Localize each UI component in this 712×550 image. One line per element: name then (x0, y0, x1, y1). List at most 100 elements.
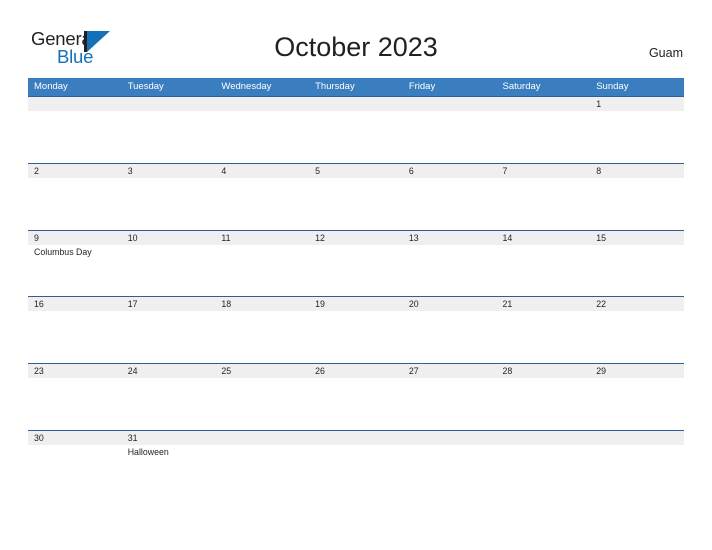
day-event (596, 245, 684, 246)
day-cell[interactable] (403, 97, 497, 164)
day-number: 26 (315, 366, 325, 377)
day-number: 16 (34, 299, 44, 310)
day-number: 29 (596, 366, 607, 377)
day-event (128, 178, 216, 179)
day-of-week-header-row: Monday Tuesday Wednesday Thursday Friday… (28, 78, 684, 96)
day-cell[interactable]: 1 (590, 97, 684, 164)
day-event (34, 378, 122, 379)
day-event (128, 111, 216, 112)
day-cell[interactable]: 22 (590, 297, 684, 364)
day-event (409, 111, 497, 112)
day-cell[interactable]: 17 (122, 297, 216, 364)
day-number (503, 431, 591, 445)
day-event (596, 445, 684, 446)
dow-saturday: Saturday (502, 81, 541, 92)
day-number: 19 (315, 299, 325, 310)
day-cell[interactable]: 13 (403, 231, 497, 298)
day-event (503, 245, 591, 246)
day-number: 30 (34, 432, 44, 443)
day-cell[interactable]: 25 (215, 364, 309, 431)
day-number: 10 (127, 232, 138, 243)
day-cell[interactable]: 6 (403, 164, 497, 231)
day-cell[interactable]: 29 (590, 364, 684, 431)
day-number: 22 (596, 299, 607, 310)
day-cell[interactable]: 20 (403, 297, 497, 364)
day-event (503, 378, 591, 379)
day-cell[interactable]: 4 (215, 164, 309, 231)
dow-wednesday: Wednesday (221, 81, 272, 92)
day-number: 12 (315, 232, 325, 243)
day-event (315, 311, 403, 312)
day-cell[interactable]: 23 (28, 364, 122, 431)
day-event (34, 111, 122, 112)
day-cell[interactable]: 30 (28, 431, 122, 498)
day-cell[interactable]: 15 (590, 231, 684, 298)
day-event (221, 311, 309, 312)
day-cell[interactable]: 28 (497, 364, 591, 431)
day-cell[interactable]: 27 (403, 364, 497, 431)
day-cell[interactable]: 3 (122, 164, 216, 231)
day-cell[interactable]: 19 (309, 297, 403, 364)
day-cell[interactable] (309, 431, 403, 498)
day-number: 6 (408, 165, 414, 176)
day-event (315, 445, 403, 446)
day-number (128, 97, 216, 111)
day-number: 7 (502, 165, 508, 176)
day-number: 21 (502, 299, 513, 310)
day-number: 13 (408, 232, 419, 243)
day-cell[interactable]: 26 (309, 364, 403, 431)
day-cell[interactable]: 2 (28, 164, 122, 231)
day-event (34, 445, 122, 446)
day-cell[interactable] (497, 431, 591, 498)
day-number: 1 (596, 99, 602, 109)
day-event (221, 245, 309, 246)
day-cell[interactable] (215, 97, 309, 164)
day-number: 23 (34, 366, 44, 377)
day-event (128, 245, 216, 246)
day-cell[interactable]: 18 (215, 297, 309, 364)
day-cell[interactable] (28, 97, 122, 164)
day-number: 15 (596, 232, 607, 243)
day-number (503, 97, 591, 111)
day-event (34, 178, 122, 179)
dow-thursday: Thursday (315, 81, 355, 92)
day-cell[interactable] (215, 431, 309, 498)
day-cell[interactable]: 9 Columbus Day (28, 231, 122, 298)
day-cell[interactable] (497, 97, 591, 164)
page-title: October 2023 (274, 32, 438, 62)
day-cell[interactable] (403, 431, 497, 498)
day-number (409, 97, 497, 111)
day-cell[interactable] (590, 431, 684, 498)
day-cell[interactable]: 7 (497, 164, 591, 231)
day-number: 18 (221, 299, 232, 310)
day-cell[interactable]: 10 (122, 231, 216, 298)
page-header: General Blue October 2023 Guam (0, 0, 712, 78)
day-cell[interactable]: 16 (28, 297, 122, 364)
day-cell[interactable]: 14 (497, 231, 591, 298)
day-event (315, 245, 403, 246)
day-event (596, 378, 684, 379)
day-cell[interactable]: 12 (309, 231, 403, 298)
day-cell[interactable]: 21 (497, 297, 591, 364)
day-event (34, 311, 122, 312)
day-event (315, 178, 403, 179)
day-cell[interactable]: 31 Halloween (122, 431, 216, 498)
day-cell[interactable]: 5 (309, 164, 403, 231)
day-cell[interactable]: 8 (590, 164, 684, 231)
day-event (596, 111, 684, 112)
day-cell[interactable] (122, 97, 216, 164)
day-event (128, 311, 216, 312)
dow-sunday: Sunday (596, 81, 629, 92)
day-event (503, 111, 591, 112)
day-cell[interactable]: 24 (122, 364, 216, 431)
calendar-grid: Monday Tuesday Wednesday Thursday Friday… (28, 78, 684, 497)
day-number: 28 (502, 366, 513, 377)
day-cell[interactable]: 11 (215, 231, 309, 298)
day-cell[interactable] (309, 97, 403, 164)
week-row: 1 (28, 96, 684, 163)
day-number: 3 (127, 165, 133, 176)
region-label: Guam (648, 46, 683, 60)
day-number (315, 431, 403, 445)
dow-monday: Monday (34, 81, 68, 92)
week-row: 30 31 Halloween (28, 429, 684, 498)
